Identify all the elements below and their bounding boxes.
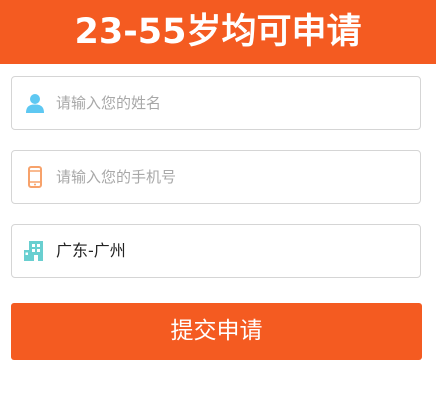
name-field[interactable] bbox=[11, 76, 421, 130]
phone-icon bbox=[24, 166, 46, 188]
submit-button-label: 提交申请 bbox=[170, 318, 263, 344]
region-field[interactable]: 广东-广州 bbox=[11, 224, 421, 278]
page-title: 23-55岁均可申请 bbox=[74, 12, 362, 52]
phone-input[interactable] bbox=[56, 151, 406, 203]
region-value: 广东-广州 bbox=[56, 241, 126, 260]
submit-button[interactable]: 提交申请 bbox=[11, 303, 422, 360]
phone-field[interactable] bbox=[11, 150, 421, 204]
building-icon bbox=[24, 240, 46, 262]
user-icon bbox=[24, 92, 46, 114]
page-title-banner: 23-55岁均可申请 bbox=[0, 0, 436, 64]
name-input[interactable] bbox=[56, 77, 406, 129]
